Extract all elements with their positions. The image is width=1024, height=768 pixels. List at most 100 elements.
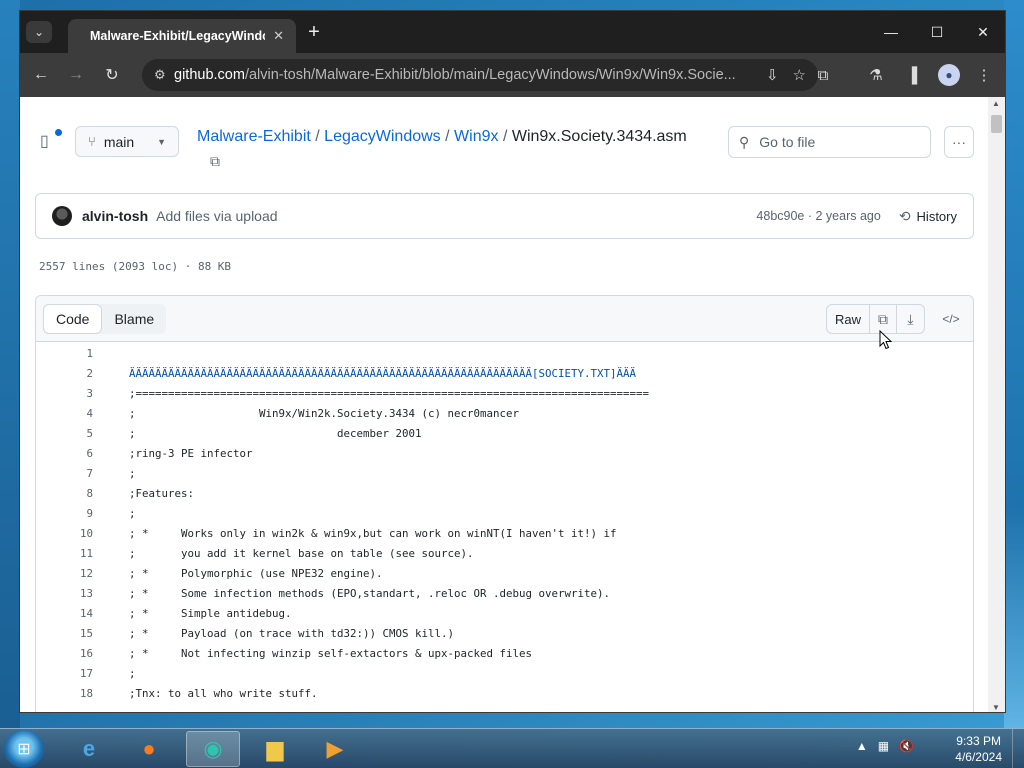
scrollbar-thumb[interactable]	[991, 115, 1002, 133]
avatar[interactable]	[52, 206, 72, 226]
history-label: History	[916, 208, 957, 224]
raw-button[interactable]: Raw	[827, 305, 870, 333]
breadcrumb-repo[interactable]: Malware-Exhibit	[197, 128, 311, 145]
line-number[interactable]: 18	[36, 687, 93, 700]
code-line: 18 ;Tnx: to all who write stuff.	[36, 683, 973, 703]
taskbar-media-player[interactable]: ▶	[308, 731, 362, 767]
code-line: 2 ÄÄÄÄÄÄÄÄÄÄÄÄÄÄÄÄÄÄÄÄÄÄÄÄÄÄÄÄÄÄÄÄÄÄÄÄÄÄÄ…	[36, 363, 973, 383]
code-line: 7;	[36, 463, 973, 483]
line-number[interactable]: 13	[36, 587, 93, 600]
symbols-panel-icon[interactable]: </>	[936, 304, 966, 334]
commit-author[interactable]: alvin-tosh	[82, 208, 148, 224]
line-content: ;=======================================…	[129, 386, 650, 400]
browser-tab[interactable]: Malware-Exhibit/LegacyWindo ✕	[68, 19, 296, 53]
line-number[interactable]: 1	[36, 347, 93, 360]
browser-window: ⌄ Malware-Exhibit/LegacyWindo ✕ + — ☐ ✕ …	[19, 10, 1006, 713]
line-content: ;	[129, 466, 136, 480]
install-app-icon[interactable]: ⇩	[766, 66, 779, 84]
line-number[interactable]: 7	[36, 467, 93, 480]
copy-path-icon[interactable]: ⧉	[210, 153, 228, 171]
url-path: /alvin-tosh/Malware-Exhibit/blob/main/Le…	[244, 67, 736, 83]
line-content: ;Tnx: to all who write stuff.	[129, 686, 318, 700]
extensions-icon[interactable]: ⧉	[810, 62, 836, 88]
commit-message[interactable]: Add files via upload	[156, 208, 277, 224]
url-host: github.com	[174, 67, 245, 83]
address-bar[interactable]: ⚙ github.com/alvin-tosh/Malware-Exhibit/…	[142, 59, 818, 91]
line-number[interactable]: 11	[36, 547, 93, 560]
profile-avatar-icon[interactable]: ●	[938, 64, 960, 86]
vertical-scrollbar[interactable]: ▲ ▼	[988, 97, 1005, 712]
line-number[interactable]: 14	[36, 607, 93, 620]
tab-code[interactable]: Code	[43, 304, 103, 334]
copy-raw-icon[interactable]: ⧉	[870, 305, 897, 333]
commit-meta[interactable]: 48bc90e · 2 years ago	[756, 209, 880, 223]
line-number[interactable]: 17	[36, 667, 93, 680]
line-number[interactable]: 15	[36, 627, 93, 640]
internet-explorer-icon: e	[82, 736, 96, 761]
file-tree-toggle-icon[interactable]: ▯	[40, 129, 62, 151]
minimize-button[interactable]: —	[871, 19, 911, 45]
bookmark-star-icon[interactable]: ☆	[793, 66, 806, 84]
taskbar-internet-explorer[interactable]: e	[62, 731, 116, 767]
chevron-down-icon: ⌄	[33, 25, 45, 39]
side-panel-icon[interactable]: ▐	[899, 62, 925, 88]
code-line: 4 ; Win9x/Win2k.Society.3434 (c) necr0man…	[36, 403, 973, 423]
line-number[interactable]: 16	[36, 647, 93, 660]
close-icon[interactable]: ✕	[273, 28, 284, 44]
site-info-icon[interactable]: ⚙	[154, 67, 174, 83]
code-viewer: Code Blame Raw ⧉ ⤓ </> 1 2 ÄÄÄÄÄÄÄÄÄÄÄÄÄÄÄ…	[35, 295, 974, 713]
line-number[interactable]: 9	[36, 507, 93, 520]
more-options-button[interactable]: ···	[944, 126, 974, 158]
go-to-file-placeholder: Go to file	[759, 134, 816, 150]
tab-search-button[interactable]: ⌄	[26, 21, 52, 43]
taskbar-file-explorer[interactable]: ▆	[248, 731, 302, 767]
tab-blame[interactable]: Blame	[102, 304, 166, 334]
history-button[interactable]: ⟲ History	[899, 208, 957, 225]
breadcrumb-separator: /	[315, 128, 320, 145]
line-number[interactable]: 2	[36, 367, 93, 380]
reload-button[interactable]: ↻	[99, 62, 125, 88]
branch-selector[interactable]: ⑂ main ▼	[75, 126, 179, 157]
arrow-right-icon: →	[68, 66, 84, 83]
volume-muted-icon[interactable]: 🔇	[899, 739, 914, 753]
taskbar-clock[interactable]: 9:33 PM 4/6/2024	[955, 733, 1002, 765]
new-tab-button[interactable]: +	[302, 21, 326, 43]
notification-dot	[55, 129, 62, 136]
taskbar-firefox[interactable]: ●	[122, 731, 176, 767]
code-line: 1	[36, 343, 973, 363]
show-desktop-button[interactable]	[1012, 729, 1024, 768]
scroll-down-icon[interactable]: ▼	[992, 703, 1000, 712]
code-lines[interactable]: 1 2 ÄÄÄÄÄÄÄÄÄÄÄÄÄÄÄÄÄÄÄÄÄÄÄÄÄÄÄÄÄÄÄÄÄÄÄÄÄÄ…	[36, 343, 973, 712]
line-number[interactable]: 5	[36, 427, 93, 440]
line-number[interactable]: 12	[36, 567, 93, 580]
line-number[interactable]: 8	[36, 487, 93, 500]
breadcrumb-folder-win9x[interactable]: Win9x	[454, 128, 498, 145]
scroll-up-icon[interactable]: ▲	[992, 99, 1000, 108]
line-number[interactable]: 10	[36, 527, 93, 540]
line-number[interactable]: 3	[36, 387, 93, 400]
labs-flask-icon[interactable]: ⚗	[863, 62, 889, 88]
clock-time: 9:33 PM	[956, 734, 1001, 748]
network-icon[interactable]: ▦	[878, 739, 889, 753]
back-button[interactable]: ←	[28, 62, 54, 88]
line-content: ;	[129, 666, 136, 680]
start-button[interactable]: ⊞	[4, 730, 44, 768]
code-line: 10 ; * Works only in win2k & win9x,but ca…	[36, 523, 973, 543]
browser-menu-icon[interactable]: ⋮	[971, 62, 997, 88]
line-number[interactable]: 4	[36, 407, 93, 420]
download-icon[interactable]: ⤓	[897, 305, 924, 333]
taskbar-browser[interactable]: ◉	[186, 731, 240, 767]
show-hidden-icons-icon[interactable]: ▲	[856, 739, 868, 753]
horizontal-scrollbar[interactable]: ◀ ▶	[36, 712, 973, 713]
breadcrumb-folder-legacywindows[interactable]: LegacyWindows	[324, 128, 441, 145]
browser-icon: ◉	[203, 736, 223, 761]
clock-date: 4/6/2024	[955, 750, 1002, 764]
address-url[interactable]: github.com/alvin-tosh/Malware-Exhibit/bl…	[174, 67, 752, 83]
file-actions: Raw ⧉ ⤓	[825, 304, 925, 334]
maximize-button[interactable]: ☐	[917, 19, 957, 45]
go-to-file-input[interactable]: ⚲ Go to file	[728, 126, 931, 158]
desktop-background-left	[0, 0, 20, 728]
line-number[interactable]: 6	[36, 447, 93, 460]
forward-button[interactable]: →	[63, 62, 89, 88]
close-window-button[interactable]: ✕	[963, 19, 1003, 45]
